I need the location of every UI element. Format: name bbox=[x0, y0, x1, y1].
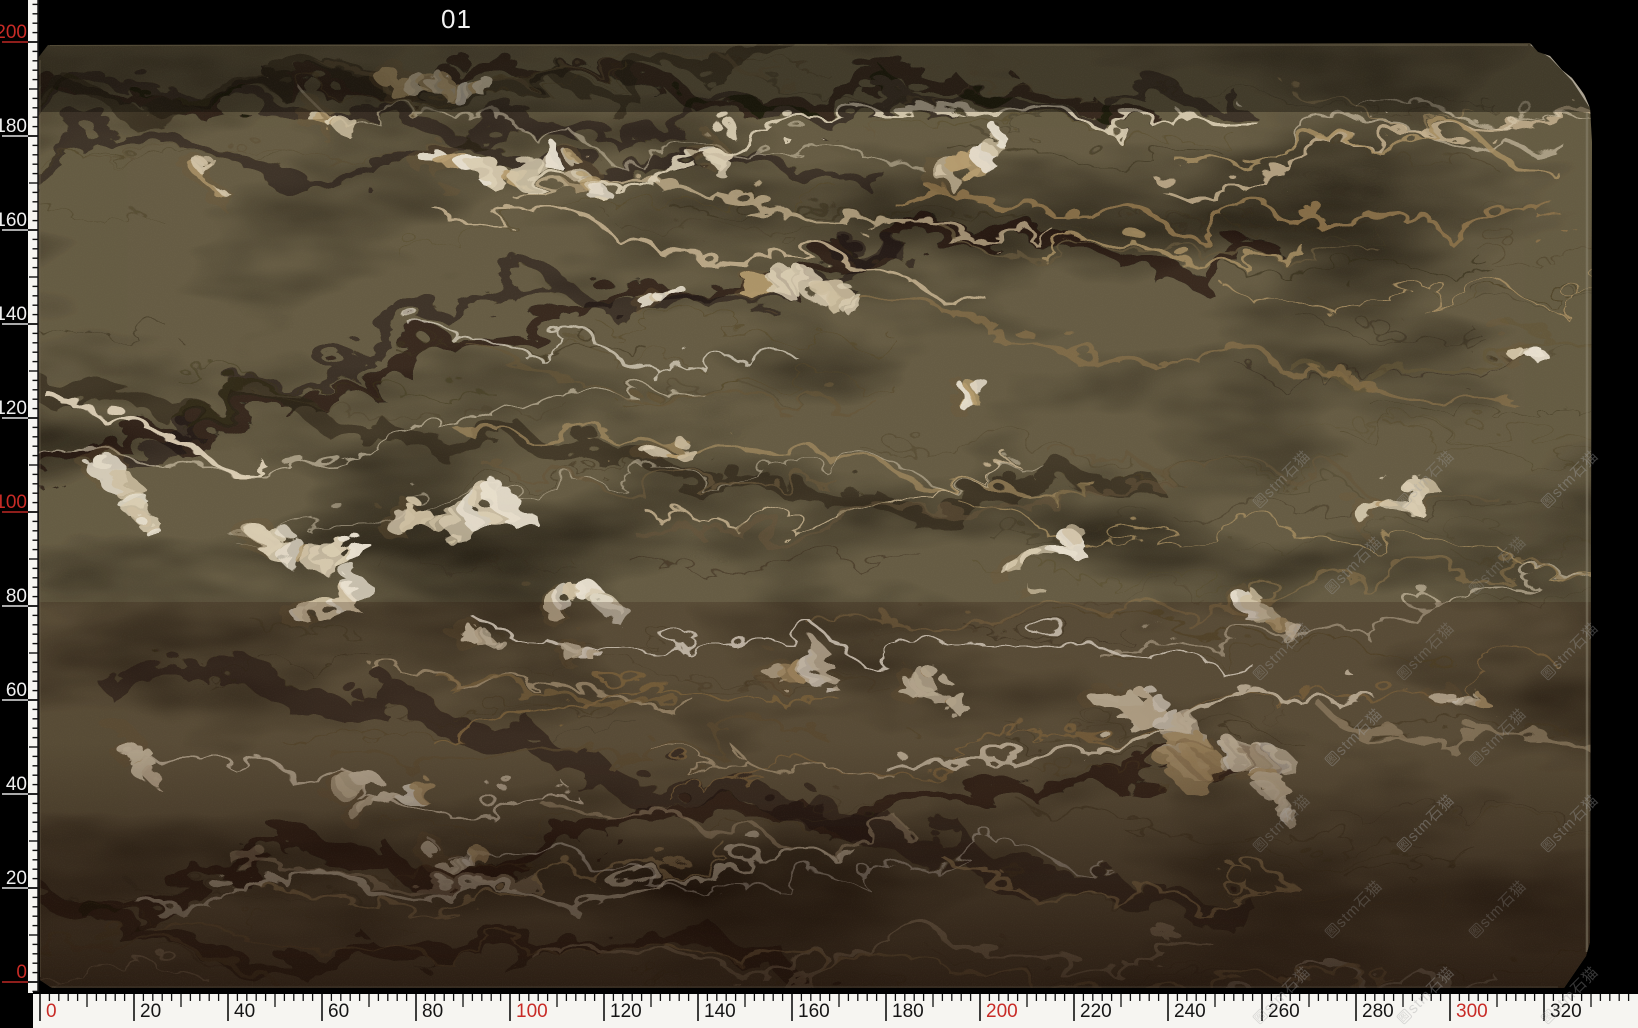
h-ruler-label: 140 bbox=[704, 1001, 736, 1022]
h-ruler-label: 320 bbox=[1550, 1001, 1582, 1022]
h-ruler-label: 280 bbox=[1362, 1001, 1394, 1022]
h-ruler-label: 180 bbox=[892, 1001, 924, 1022]
h-ruler-label: 60 bbox=[328, 1001, 349, 1022]
h-ruler-label: 120 bbox=[610, 1001, 642, 1022]
horizontal-ruler: 0 20 40 60 80 100 120 140 160 180 200 220 240 260 280 3… bbox=[0, 0, 1638, 1028]
h-ruler-label: 220 bbox=[1080, 1001, 1112, 1022]
slab-scan-viewer: 01 200180160140120100806040200 020406080… bbox=[0, 0, 1638, 1028]
h-ruler-label: 100 bbox=[516, 1001, 548, 1022]
h-ruler-label: 40 bbox=[234, 1001, 255, 1022]
h-ruler-label: 80 bbox=[422, 1001, 443, 1022]
h-ruler-label: 260 bbox=[1268, 1001, 1300, 1022]
h-ruler-label: 240 bbox=[1174, 1001, 1206, 1022]
h-ruler-label: 0 bbox=[46, 1001, 57, 1022]
h-ruler-label: 300 bbox=[1456, 1001, 1488, 1022]
h-ruler-label: 20 bbox=[140, 1001, 161, 1022]
h-ruler-label: 160 bbox=[798, 1001, 830, 1022]
h-ruler-label: 200 bbox=[986, 1001, 1018, 1022]
